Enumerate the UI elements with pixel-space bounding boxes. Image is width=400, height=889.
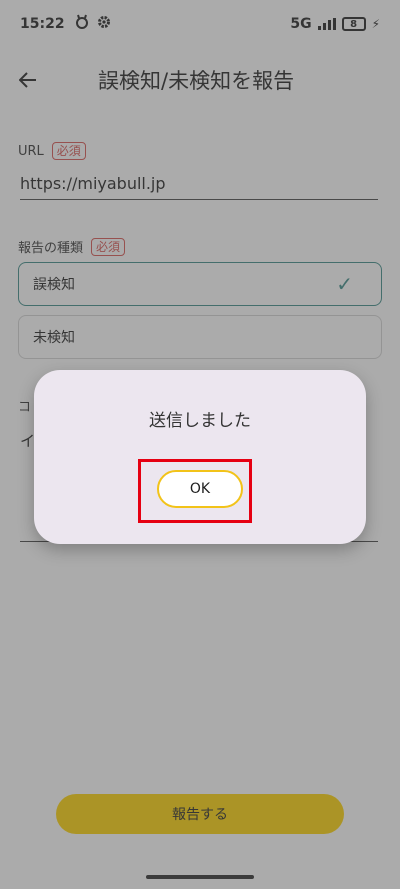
app-screen: 15:22 5G 8 ⚡ 誤検知/未検知を報告 URL 必須 https://m… bbox=[0, 0, 400, 889]
dialog-message: 送信しました bbox=[149, 411, 251, 431]
highlight-box bbox=[138, 459, 252, 523]
